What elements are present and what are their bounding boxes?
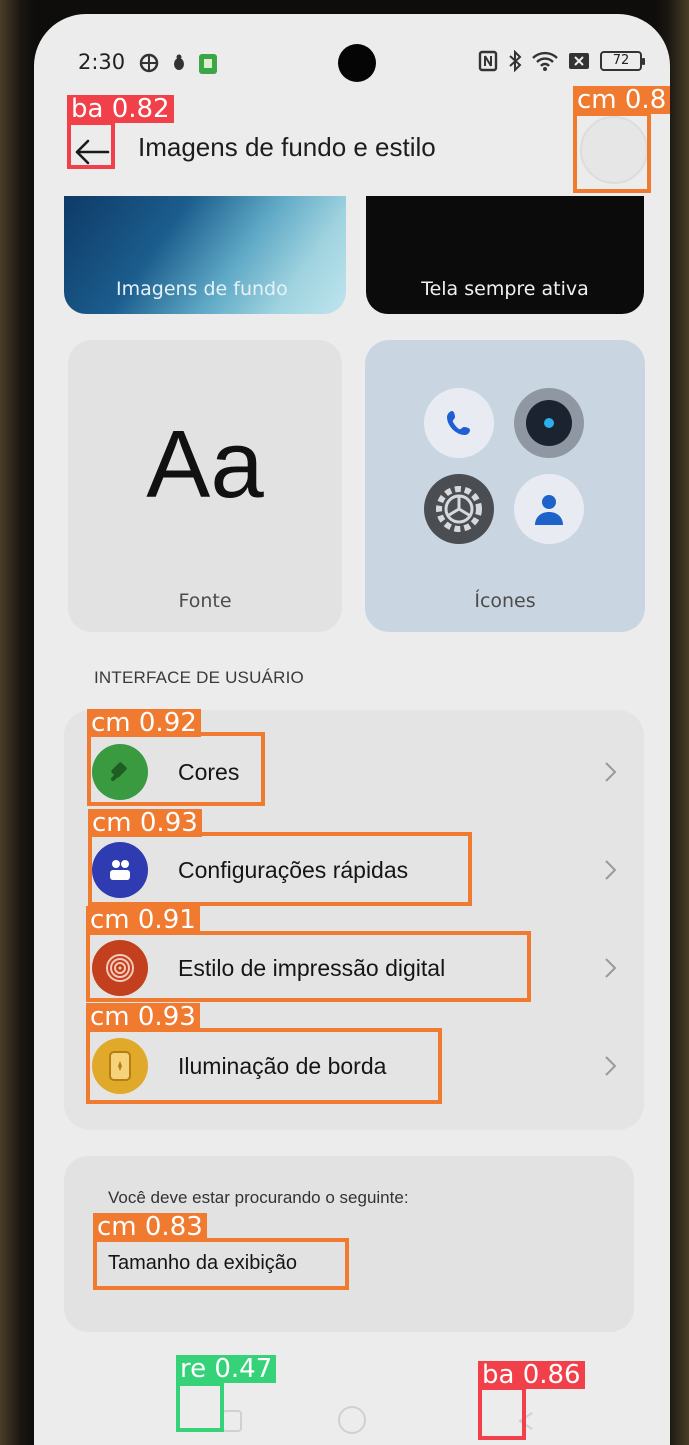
back-button[interactable] bbox=[70, 130, 114, 174]
phone-icon bbox=[424, 388, 494, 458]
nav-back-button[interactable] bbox=[504, 1401, 548, 1441]
wallpaper-card[interactable]: Imagens de fundo bbox=[64, 196, 346, 314]
detection-label-display-size: cm 0.83 bbox=[93, 1213, 207, 1241]
detection-label-edge-lighting: cm 0.93 bbox=[86, 1003, 200, 1031]
status-bar: 2:30 72 bbox=[34, 14, 670, 94]
edge-light-icon bbox=[92, 1038, 148, 1094]
quick-settings-icon bbox=[92, 842, 148, 898]
section-title: INTERFACE DE USUÁRIO bbox=[94, 668, 304, 687]
avatar[interactable] bbox=[580, 116, 648, 184]
bluetooth-icon bbox=[509, 50, 522, 72]
front-camera bbox=[338, 44, 376, 82]
bug-icon bbox=[174, 54, 184, 70]
contacts-icon bbox=[514, 474, 584, 544]
wifi-icon bbox=[532, 51, 558, 71]
nav-back-icon bbox=[518, 1412, 533, 1430]
status-icons-right: 72 bbox=[478, 50, 645, 72]
chevron-right-icon bbox=[605, 860, 617, 880]
nfc-icon bbox=[478, 50, 498, 72]
settings-gear-icon bbox=[424, 474, 494, 544]
battery-indicator: 72 bbox=[600, 51, 645, 71]
no-sim-icon bbox=[569, 53, 589, 69]
home-button[interactable] bbox=[338, 1406, 366, 1434]
font-card-label: Fonte bbox=[178, 590, 232, 612]
detection-label-avatar: cm 0.8 bbox=[573, 86, 671, 114]
paint-brush-icon bbox=[92, 744, 148, 800]
font-preview: Aa bbox=[146, 411, 264, 518]
detection-label-recent-apps: re 0.47 bbox=[176, 1355, 277, 1383]
wallpaper-card-label: Imagens de fundo bbox=[116, 278, 288, 300]
status-time: 2:30 bbox=[78, 50, 126, 74]
detection-label-back: ba 0.82 bbox=[67, 95, 174, 123]
chevron-right-icon bbox=[605, 958, 617, 978]
chevron-right-icon bbox=[605, 1056, 617, 1076]
fingerprint-icon bbox=[92, 940, 148, 996]
camera-app-icon bbox=[514, 388, 584, 458]
recent-apps-button[interactable] bbox=[210, 1401, 254, 1441]
list-item-label: Configurações rápidas bbox=[178, 856, 409, 883]
always-on-display-card[interactable]: Tela sempre ativa bbox=[366, 196, 644, 314]
icons-card[interactable]: Ícones bbox=[365, 340, 645, 632]
back-arrow-icon bbox=[75, 139, 110, 165]
suggestion-card: Você deve estar procurando o seguinte: T… bbox=[64, 1156, 634, 1332]
suggestion-hint: Você deve estar procurando o seguinte: bbox=[108, 1188, 409, 1207]
chevron-right-icon bbox=[605, 762, 617, 782]
font-card[interactable]: Aa Fonte bbox=[68, 340, 342, 632]
detection-label-cores: cm 0.92 bbox=[87, 709, 201, 737]
vpn-icon bbox=[139, 53, 159, 73]
list-item-label: Estilo de impressão digital bbox=[178, 954, 446, 981]
aod-card-label: Tela sempre ativa bbox=[421, 278, 589, 300]
detection-label-nav-back: ba 0.86 bbox=[478, 1361, 585, 1389]
list-item-label: Cores bbox=[178, 758, 240, 785]
icons-card-label: Ícones bbox=[474, 590, 536, 612]
list-item-label: Iluminação de borda bbox=[178, 1052, 387, 1079]
recent-apps-icon bbox=[222, 1410, 242, 1432]
status-icons-left bbox=[138, 51, 218, 75]
app-notification-icon bbox=[199, 54, 217, 74]
detection-label-quick-settings: cm 0.93 bbox=[88, 809, 202, 837]
page-title: Imagens de fundo e estilo bbox=[138, 132, 436, 162]
detection-label-fingerprint: cm 0.91 bbox=[86, 906, 200, 934]
display-size-link[interactable]: Tamanho da exibição bbox=[108, 1252, 297, 1275]
